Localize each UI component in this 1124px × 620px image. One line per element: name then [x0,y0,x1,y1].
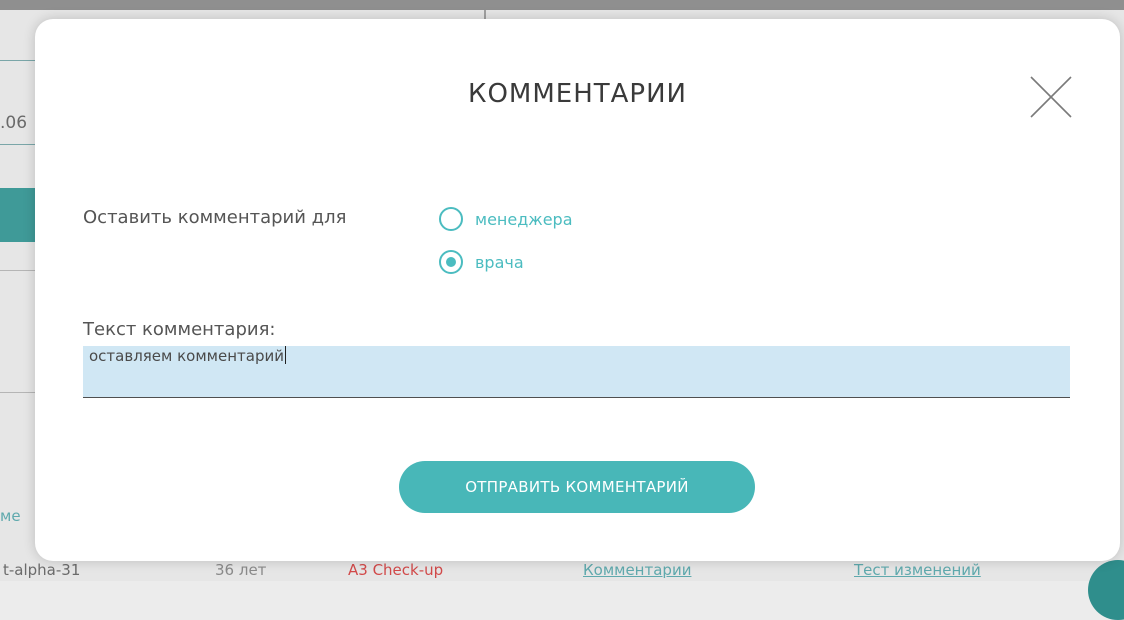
comment-input-value: оставляем комментарий [89,347,284,365]
background-table-row: t-alpha-31 36 лет A3 Check-up Комментари… [0,561,1124,581]
background-line [0,392,40,393]
comment-text-label: Текст комментария: [83,319,276,340]
comments-modal: КОММЕНТАРИИ Оставить комментарий для мен… [35,19,1120,561]
close-button[interactable] [1029,75,1073,119]
modal-title: КОММЕНТАРИИ [467,79,687,109]
text-caret [284,346,286,364]
row-program: A3 Check-up [348,561,444,579]
radio-button-manager[interactable] [439,207,463,231]
recipient-label: Оставить комментарий для [83,207,347,228]
row-changes-link[interactable]: Тест изменений [854,561,981,579]
radio-label-doctor: врача [475,252,524,272]
radio-button-doctor[interactable] [439,250,463,274]
radio-manager[interactable]: менеджера [439,207,573,231]
row-id: t-alpha-31 [3,561,81,579]
row-age: 36 лет [215,561,267,579]
comment-input[interactable]: оставляем комментарий [83,346,1070,398]
background-line [0,60,40,61]
background-top-bar [0,0,1124,10]
close-icon [1030,76,1072,118]
background-column-header: ме [0,507,21,525]
background-button [0,188,36,242]
row-comments-link[interactable]: Комментарии [583,561,691,579]
background-divider [0,270,36,271]
radio-label-manager: менеджера [475,209,573,229]
submit-comment-button[interactable]: ОТПРАВИТЬ КОММЕНТАРИЙ [399,461,755,513]
background-line [0,144,40,145]
radio-doctor[interactable]: врача [439,250,524,274]
background-date: .06 [0,113,28,133]
